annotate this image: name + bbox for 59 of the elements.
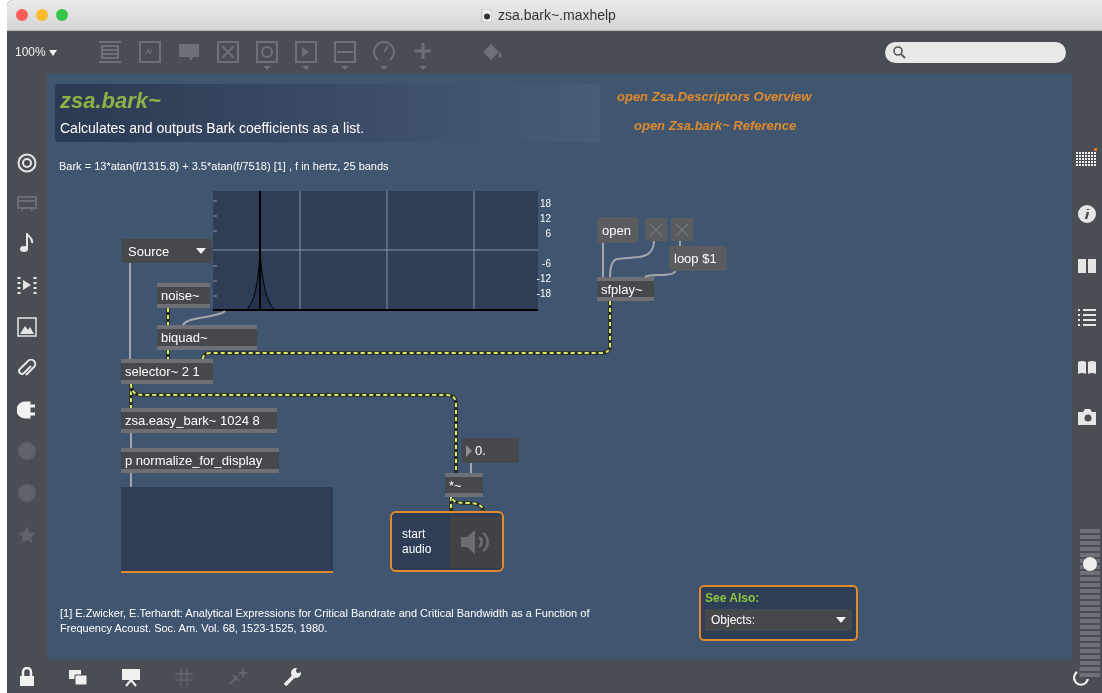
- axis-label: 12: [538, 214, 551, 224]
- audio-toggle-button[interactable]: [450, 515, 502, 568]
- music-note-icon[interactable]: [19, 233, 35, 253]
- object-box[interactable]: sfplay~: [597, 277, 654, 301]
- object-box[interactable]: *~: [445, 473, 483, 497]
- object-box[interactable]: selector~ 2 1: [121, 359, 213, 384]
- patch-description: Calculates and outputs Bark coefficients as a list.: [60, 120, 365, 136]
- camera-icon[interactable]: [1077, 408, 1097, 426]
- signal-cord: [166, 349, 170, 360]
- filter-graph[interactable]: [213, 191, 538, 311]
- plug-icon[interactable]: [17, 401, 37, 419]
- message-box[interactable]: loop $1: [669, 246, 727, 271]
- object-box[interactable]: biquad~: [157, 325, 257, 350]
- message-box[interactable]: open: [597, 217, 638, 243]
- object-box[interactable]: noise~: [157, 283, 210, 308]
- close-window-button[interactable]: [16, 9, 28, 21]
- zoom-dropdown[interactable]: 100%: [15, 45, 75, 59]
- axis-label: 18: [538, 199, 551, 209]
- footnote-text: [1] E.Zwicker, E.Terhardt: Analytical Expressions for Critical Bandrate and Critical Bandwidth as a Function of Frequency Acoust. Soc. Am. Vol. 68, 1523-1525, 1980.: [60, 606, 591, 636]
- slider-thumb[interactable]: [1083, 557, 1097, 571]
- lock-icon[interactable]: [19, 666, 35, 687]
- image-icon[interactable]: [17, 317, 37, 337]
- target-icon[interactable]: [17, 153, 37, 173]
- formula-text: Bark = 13*atan(f/1315.8) + 3.5*atan(f/7518) [1] , f in hertz, 25 bands: [59, 160, 389, 172]
- caret-icon: [196, 248, 206, 254]
- toggle-icon[interactable]: [216, 40, 240, 64]
- window-title: zsa.bark~.maxhelp: [498, 7, 616, 23]
- search-field[interactable]: [885, 41, 1066, 63]
- slider-icon[interactable]: [333, 40, 357, 70]
- wrench-icon[interactable]: [282, 666, 302, 687]
- multislider[interactable]: [121, 487, 333, 573]
- document-icon: [481, 8, 492, 22]
- see-also-title: See Also:: [705, 591, 761, 605]
- windows-icon[interactable]: [68, 667, 88, 686]
- axis-label: -12: [535, 274, 551, 284]
- info-icon[interactable]: [1077, 204, 1097, 224]
- axis-label: -18: [535, 289, 551, 299]
- audio-label: start audio: [402, 526, 433, 557]
- star-icon[interactable]: [17, 525, 37, 545]
- toggle[interactable]: [671, 218, 693, 241]
- book-icon[interactable]: [1077, 258, 1097, 274]
- open-book-icon[interactable]: [1077, 360, 1097, 374]
- object-box[interactable]: zsa.easy_bark~ 1024 8: [121, 408, 277, 433]
- search-icon: [893, 45, 906, 59]
- caret-icon: [49, 50, 58, 56]
- presentation-icon[interactable]: [121, 666, 141, 687]
- volume-slider[interactable]: [1080, 529, 1100, 679]
- object-box[interactable]: p normalize_for_display: [121, 448, 279, 473]
- patch-cord: [182, 310, 226, 326]
- axis-label: 6: [544, 229, 551, 239]
- toggle[interactable]: [645, 218, 667, 241]
- patch-title: zsa.bark~: [60, 88, 162, 114]
- number-box[interactable]: 0.: [462, 438, 519, 463]
- signal-cord: [166, 307, 170, 326]
- film-play-icon[interactable]: [17, 275, 37, 295]
- caret-icon: [836, 617, 846, 623]
- source-menu[interactable]: Source: [122, 239, 212, 263]
- axis-label: -6: [541, 259, 551, 269]
- objects-menu[interactable]: Objects:: [705, 609, 852, 631]
